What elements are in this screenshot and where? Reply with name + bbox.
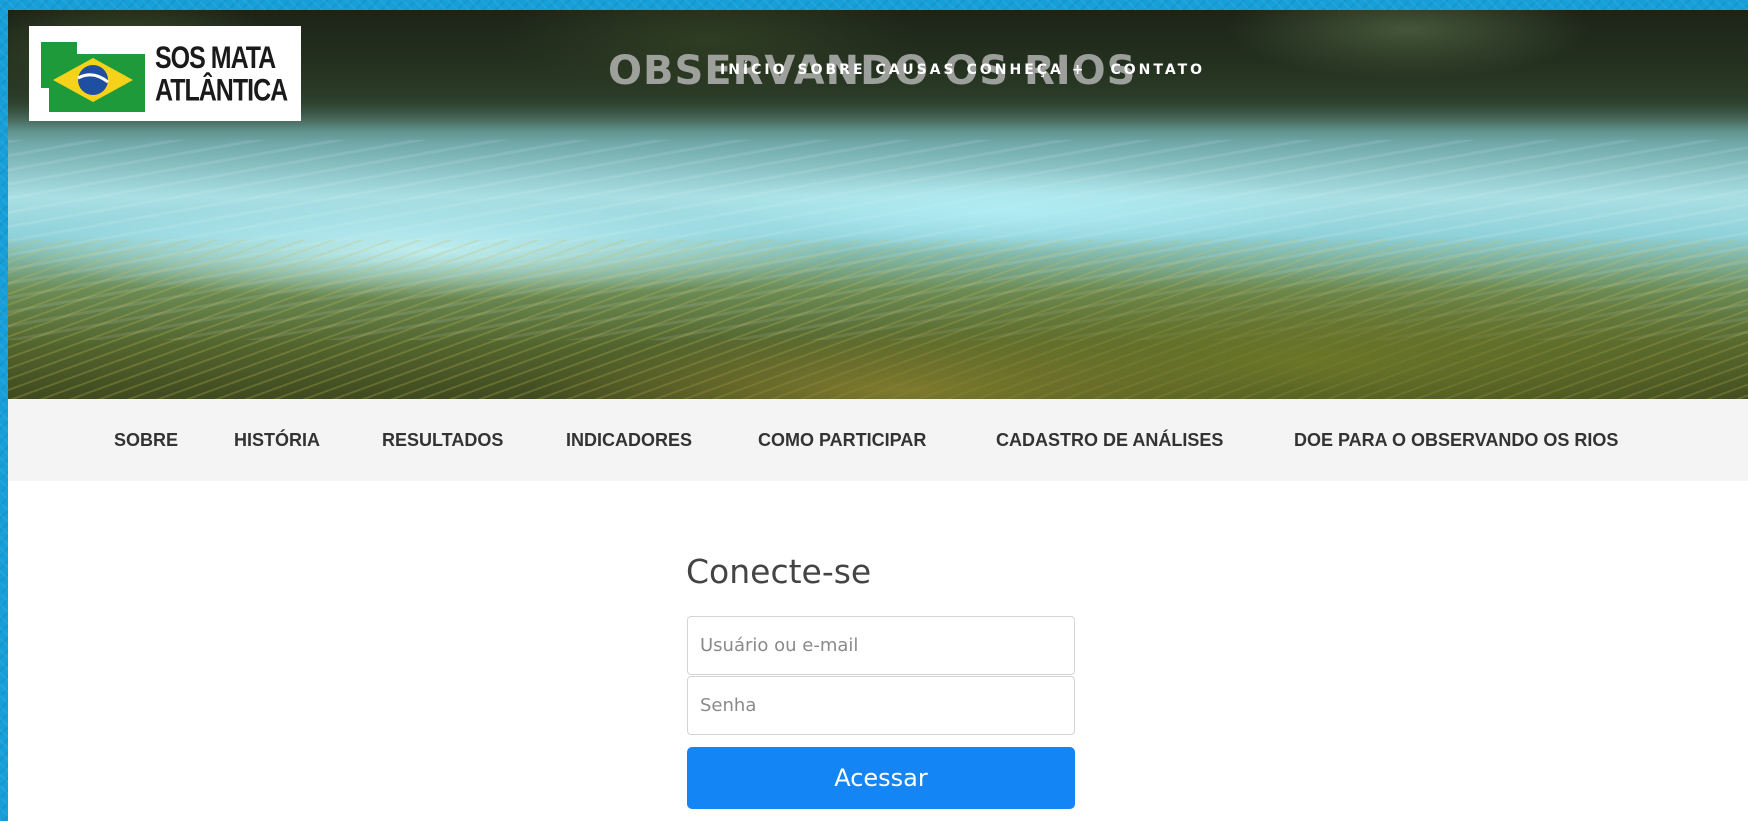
nav-item-indicadores[interactable]: INDICADORES bbox=[566, 399, 692, 481]
nav-item-como-participar[interactable]: COMO PARTICIPAR bbox=[758, 399, 926, 481]
sos-mata-atlantica-logo[interactable]: SOS MATA ATLÂNTICA bbox=[29, 26, 301, 121]
page: SOS MATA ATLÂNTICA OBSERVANDO OS RIOS IN… bbox=[8, 10, 1748, 821]
logo-line-2: ATLÂNTICA bbox=[155, 72, 288, 108]
login-submit-button[interactable]: Acessar bbox=[687, 747, 1075, 809]
login-title: Conecte-se bbox=[686, 552, 872, 591]
nav-item-historia[interactable]: HISTÓRIA bbox=[234, 399, 320, 481]
secondary-nav: SOBRE HISTÓRIA RESULTADOS INDICADORES CO… bbox=[8, 399, 1748, 481]
top-nav-item-conheca[interactable]: CONHEÇA + bbox=[967, 62, 1087, 78]
logo-wordmark: SOS MATA ATLÂNTICA bbox=[155, 39, 288, 108]
username-input[interactable] bbox=[687, 616, 1075, 675]
hero-vegetation-image bbox=[8, 240, 1748, 399]
nav-item-sobre[interactable]: SOBRE bbox=[114, 399, 178, 481]
password-input[interactable] bbox=[687, 676, 1075, 735]
top-nav-item-sobre[interactable]: SOBRE bbox=[798, 62, 866, 78]
nav-item-doe[interactable]: DOE PARA O OBSERVANDO OS RIOS bbox=[1294, 399, 1618, 481]
brazil-flag-map-icon bbox=[41, 41, 145, 112]
logo-line-1: SOS MATA bbox=[155, 39, 276, 75]
hero-banner: SOS MATA ATLÂNTICA OBSERVANDO OS RIOS IN… bbox=[8, 10, 1748, 399]
top-nav-item-contato[interactable]: CONTATO bbox=[1110, 62, 1205, 78]
nav-item-resultados[interactable]: RESULTADOS bbox=[382, 399, 503, 481]
top-nav-item-inicio[interactable]: INÍCIO bbox=[720, 62, 788, 78]
top-nav-item-causas[interactable]: CAUSAS bbox=[876, 62, 957, 78]
nav-item-cadastro-de-analises[interactable]: CADASTRO DE ANÁLISES bbox=[996, 399, 1223, 481]
top-nav: INÍCIO SOBRE CAUSAS CONHEÇA + CONTATO bbox=[720, 62, 1205, 78]
